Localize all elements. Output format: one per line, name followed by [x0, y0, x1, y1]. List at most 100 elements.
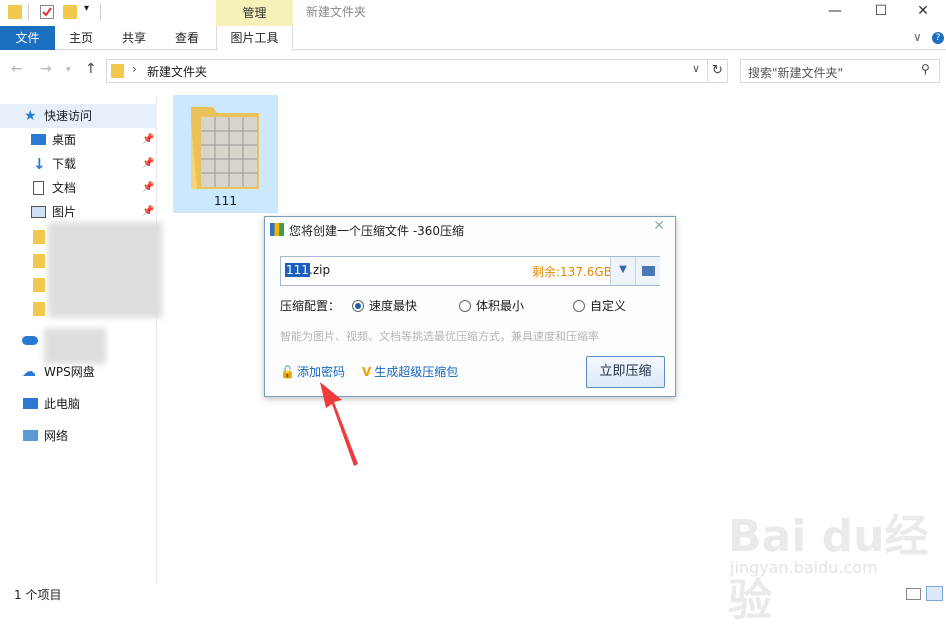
- compress-now-button[interactable]: 立即压缩: [586, 356, 665, 388]
- network-icon: [23, 430, 38, 441]
- nav-item-wps-drive[interactable]: ☁ WPS网盘: [0, 360, 156, 384]
- option-label: 速度最快: [369, 299, 418, 313]
- up-arrow-icon[interactable]: ↑: [85, 61, 97, 77]
- config-label: 压缩配置：: [280, 299, 341, 313]
- nav-item-pictures[interactable]: 图片 📌: [0, 200, 156, 224]
- search-input[interactable]: 搜索"新建文件夹" ⚲: [740, 59, 940, 83]
- tab-picture-tools[interactable]: 图片工具: [216, 26, 293, 51]
- tab-home[interactable]: 主页: [57, 26, 105, 50]
- cloud-icon: ☁: [22, 364, 36, 380]
- 360-compress-logo-icon: [270, 223, 284, 236]
- option-label: 体积最小: [476, 299, 525, 313]
- navigation-pane: ★ 快速访问 桌面 📌 ↓ 下载 📌 文档 📌 图片 📌 ☁ WPS网盘 此电脑…: [0, 96, 162, 584]
- nav-item-desktop[interactable]: 桌面 📌: [0, 128, 156, 152]
- dialog-title: 您将创建一个压缩文件 -360压缩: [289, 224, 465, 238]
- ribbon-context-group-manage: 管理: [216, 0, 293, 26]
- refresh-button[interactable]: ↻: [708, 59, 728, 83]
- pin-icon[interactable]: 📌: [142, 152, 154, 176]
- folder-name: 111: [214, 194, 237, 208]
- vip-v-icon: V: [362, 365, 372, 379]
- customize-toolbar-icon[interactable]: ▾: [84, 3, 89, 14]
- filename-extension: .zip: [309, 263, 331, 277]
- tab-share[interactable]: 共享: [110, 26, 158, 50]
- nav-label: 网络: [44, 429, 69, 443]
- annotation-arrow-icon: [320, 382, 358, 466]
- nav-item-network[interactable]: 网络: [0, 424, 156, 448]
- folder-icon: [8, 5, 22, 19]
- status-item-count: 1 个项目: [14, 588, 62, 602]
- nav-label: 快速访问: [44, 109, 93, 123]
- option-custom[interactable]: 自定义: [573, 297, 626, 314]
- nav-label: 下载: [52, 157, 77, 171]
- picture-icon: [31, 206, 46, 218]
- folder-thumbnail-icon: [191, 107, 259, 189]
- separator: [100, 3, 101, 21]
- nav-item-this-pc[interactable]: 此电脑: [0, 392, 156, 416]
- filename-input[interactable]: 111 .zip 剩余:137.6GB ▼: [280, 256, 660, 286]
- nav-label: 图片: [52, 205, 77, 219]
- desktop-icon: [31, 134, 46, 145]
- link-label: 生成超级压缩包: [374, 365, 459, 379]
- star-icon: ★: [24, 108, 37, 124]
- recent-locations-icon[interactable]: ▾: [66, 65, 71, 75]
- option-smallest[interactable]: 体积最小: [459, 297, 524, 314]
- radio-icon[interactable]: [459, 300, 471, 312]
- radio-selected-icon[interactable]: [352, 300, 364, 312]
- watermark-url: jingyan.baidu.com: [730, 558, 878, 577]
- document-icon: [33, 181, 44, 195]
- add-password-link[interactable]: 🔓 添加密码: [280, 363, 345, 380]
- breadcrumb[interactable]: 新建文件夹: [147, 63, 207, 80]
- download-icon: ↓: [33, 155, 46, 173]
- separator: [28, 3, 29, 21]
- back-arrow-icon[interactable]: ←: [11, 61, 23, 77]
- pin-icon[interactable]: 📌: [142, 128, 154, 152]
- nav-label: 文档: [52, 181, 77, 195]
- folder-icon: [111, 64, 124, 78]
- expand-ribbon-icon[interactable]: ∨: [913, 30, 922, 44]
- folder-icon: [33, 230, 45, 244]
- radio-icon[interactable]: [573, 300, 585, 312]
- window-title: 新建文件夹: [306, 5, 367, 19]
- option-fastest[interactable]: 速度最快: [352, 297, 417, 314]
- folder-icon: [33, 254, 45, 268]
- address-box[interactable]: › 新建文件夹 ∨: [106, 59, 708, 83]
- pin-icon[interactable]: 📌: [142, 200, 154, 224]
- new-folder-icon[interactable]: [63, 5, 77, 19]
- nav-item-documents[interactable]: 文档 📌: [0, 176, 156, 200]
- forward-arrow-icon[interactable]: →: [40, 61, 52, 77]
- nav-label: 桌面: [52, 133, 77, 147]
- breadcrumb-separator: ›: [132, 62, 137, 76]
- dialog-close-button[interactable]: ✕: [653, 218, 665, 234]
- tab-file[interactable]: 文件: [0, 26, 55, 50]
- minimize-button[interactable]: —: [812, 0, 858, 24]
- ribbon-tab-bar: 文件 主页 共享 查看 图片工具 ∨ ?: [0, 26, 946, 51]
- address-bar-row: ← → ▾ ↑ › 新建文件夹 ∨ ↻ 搜索"新建文件夹" ⚲: [0, 56, 946, 86]
- free-space-label: 剩余:137.6GB: [532, 265, 612, 279]
- folder-item[interactable]: 111: [173, 95, 278, 213]
- maximize-button[interactable]: ☐: [858, 0, 904, 24]
- properties-icon[interactable]: [40, 5, 54, 19]
- tab-view[interactable]: 查看: [163, 26, 211, 50]
- nav-label: 此电脑: [44, 397, 81, 411]
- folder-icon: [33, 278, 45, 292]
- link-label: 添加密码: [296, 365, 345, 379]
- option-label: 自定义: [590, 299, 627, 313]
- redacted-area: [44, 328, 106, 364]
- search-icon: ⚲: [921, 62, 930, 76]
- nav-label: WPS网盘: [44, 365, 95, 379]
- help-icon[interactable]: ?: [932, 32, 944, 44]
- super-package-link[interactable]: V 生成超级压缩包: [362, 363, 458, 380]
- close-button[interactable]: ✕: [900, 0, 946, 24]
- pin-icon[interactable]: 📌: [142, 176, 154, 200]
- folder-icon: [33, 302, 45, 316]
- browse-folder-button[interactable]: [635, 257, 660, 285]
- cloud-icon: [22, 336, 38, 345]
- address-dropdown-icon[interactable]: ∨: [692, 62, 700, 75]
- computer-icon: [23, 398, 38, 409]
- redacted-area: [48, 222, 162, 318]
- nav-item-downloads[interactable]: ↓ 下载 📌: [0, 152, 156, 176]
- filename-selected-text: 111: [285, 263, 310, 277]
- path-dropdown-icon[interactable]: ▼: [610, 257, 635, 285]
- hint-text: 智能为图片、视频、文档等挑选最优压缩方式，兼具速度和压缩率: [280, 330, 599, 343]
- nav-item-quick-access[interactable]: ★ 快速访问: [0, 104, 156, 128]
